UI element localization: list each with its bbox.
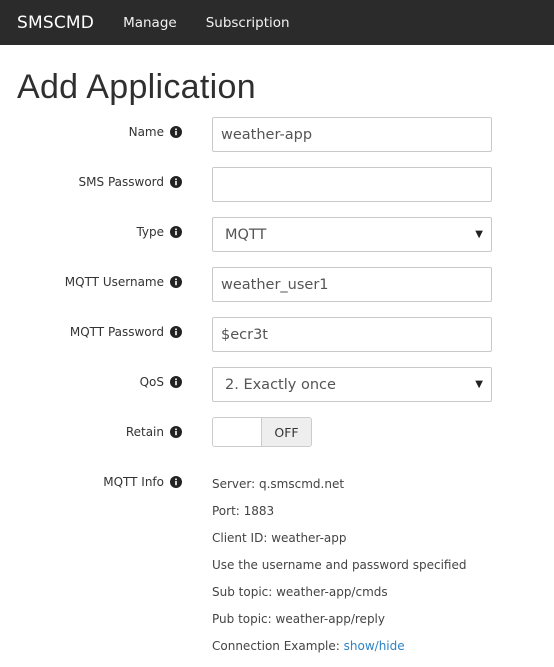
mqtt-password-label-text: MQTT Password: [69, 325, 164, 339]
type-select[interactable]: MQTT ▼: [212, 217, 492, 252]
qos-label: QoS: [140, 375, 182, 389]
info-circle-icon[interactable]: [170, 276, 182, 288]
info-circle-icon[interactable]: [170, 226, 182, 238]
sms-password-row: SMS Password: [0, 167, 554, 217]
info-circle-icon[interactable]: [170, 126, 182, 138]
qos-label-text: QoS: [139, 375, 164, 389]
retain-row: Retain OFF: [0, 417, 554, 467]
type-row: Type MQTT ▼: [0, 217, 554, 267]
mqtt-username-label-text: MQTT Username: [64, 275, 164, 289]
pub-topic-info: Pub topic: weather-app/reply: [212, 612, 385, 626]
name-label: Name: [129, 125, 182, 139]
nav-manage[interactable]: Manage: [123, 15, 177, 31]
mqtt-info-label-text: MQTT Info: [103, 475, 164, 489]
show-hide-link[interactable]: show/hide: [344, 639, 405, 653]
mqtt-info-row: MQTT Info Server: q.smscmd.net Port: 188…: [0, 467, 554, 653]
retain-label: Retain: [126, 425, 182, 439]
qos-selected-value: 2. Exactly once: [225, 376, 336, 393]
page-title: Add Application: [17, 68, 256, 106]
sms-password-label-text: SMS Password: [78, 175, 164, 189]
qos-select[interactable]: 2. Exactly once ▼: [212, 367, 492, 402]
add-application-form: Name SMS Password Type MQTT ▼ MQTT Usern…: [0, 117, 554, 653]
connection-example: Connection Example: show/hide: [212, 638, 466, 665]
name-label-text: Name: [128, 125, 164, 139]
mqtt-password-label: MQTT Password: [70, 325, 182, 339]
retain-label-text: Retain: [125, 425, 164, 439]
mqtt-username-input[interactable]: [212, 267, 492, 302]
type-selected-value: MQTT: [225, 226, 267, 243]
client-id-info: Client ID: weather-app: [212, 531, 347, 545]
toggle-state: OFF: [262, 418, 311, 446]
mqtt-info-lines: Server: q.smscmd.net Port: 1883 Client I…: [212, 476, 466, 665]
name-row: Name: [0, 117, 554, 167]
sms-password-label: SMS Password: [79, 175, 182, 189]
connection-example-label: Connection Example:: [212, 639, 344, 653]
info-circle-icon[interactable]: [170, 376, 182, 388]
caret-down-icon: ▼: [475, 379, 483, 390]
mqtt-info-label: MQTT Info: [103, 475, 182, 489]
mqtt-password-input[interactable]: [212, 317, 492, 352]
mqtt-username-label: MQTT Username: [65, 275, 182, 289]
type-label-text: Type: [136, 225, 164, 239]
port-info: Port: 1883: [212, 504, 275, 518]
nav-subscription[interactable]: Subscription: [206, 15, 290, 31]
credentials-note: Use the username and password specified: [212, 558, 467, 572]
retain-toggle[interactable]: OFF: [212, 417, 312, 447]
server-info: Server: q.smscmd.net: [212, 477, 345, 491]
info-circle-icon[interactable]: [170, 426, 182, 438]
name-input[interactable]: [212, 117, 492, 152]
toggle-knob: [213, 418, 262, 446]
brand-link[interactable]: SMSCMD: [17, 13, 94, 33]
mqtt-password-row: MQTT Password: [0, 317, 554, 367]
sub-topic-info: Sub topic: weather-app/cmds: [212, 585, 388, 599]
top-navbar: SMSCMD Manage Subscription: [0, 0, 554, 45]
info-circle-icon[interactable]: [170, 326, 182, 338]
qos-row: QoS 2. Exactly once ▼: [0, 367, 554, 417]
info-circle-icon[interactable]: [170, 476, 182, 488]
sms-password-input[interactable]: [212, 167, 492, 202]
caret-down-icon: ▼: [475, 229, 483, 240]
type-label: Type: [136, 225, 182, 239]
mqtt-username-row: MQTT Username: [0, 267, 554, 317]
info-circle-icon[interactable]: [170, 176, 182, 188]
